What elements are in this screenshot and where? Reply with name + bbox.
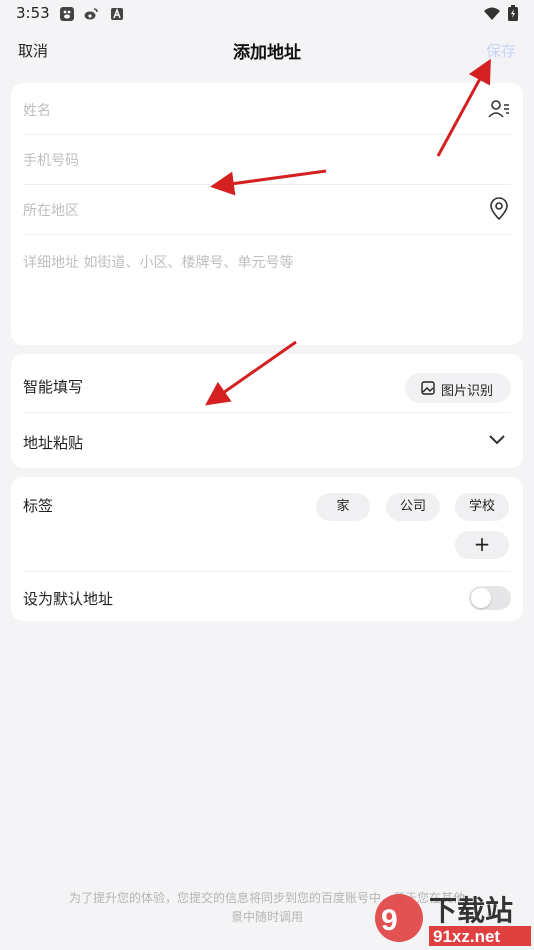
default-address-row: 设为默认地址: [23, 571, 511, 622]
smart-fill-row: 智能填写 图片识别: [23, 356, 511, 413]
name-field[interactable]: 姓名: [23, 84, 511, 135]
watermark-title: 下载站: [429, 894, 513, 927]
smart-fill-card: 智能填写 图片识别 地址粘贴: [11, 354, 523, 468]
address-form-card: 姓名 手机号码 所在地区 详细地址 如街道、小区、楼牌号、单元号等: [11, 83, 523, 345]
app-a-icon: [111, 8, 123, 20]
weibo-icon: [84, 8, 98, 20]
default-address-label: 设为默认地址: [23, 590, 114, 608]
contact-book-icon[interactable]: [487, 97, 511, 121]
detail-address-field[interactable]: 详细地址 如街道、小区、楼牌号、单元号等: [23, 233, 511, 333]
tag-chip-school[interactable]: 学校: [455, 493, 509, 521]
chevron-down-icon[interactable]: [489, 434, 505, 446]
region-field[interactable]: 所在地区: [23, 184, 511, 235]
region-input[interactable]: 所在地区: [23, 200, 79, 220]
baidu-paw-icon: [60, 7, 74, 21]
toggle-knob: [471, 588, 491, 608]
watermark-url: 91xz.net: [433, 927, 500, 946]
tags-card: 标签 家 公司 学校 + 设为默认地址: [11, 477, 523, 621]
save-button[interactable]: 保存: [486, 40, 516, 61]
smart-fill-label: 智能填写: [23, 378, 84, 396]
phone-input[interactable]: 手机号码: [23, 150, 79, 170]
nav-bar: 取消 添加地址 保存: [0, 30, 534, 72]
tag-chip-company[interactable]: 公司: [386, 493, 440, 521]
phone-field[interactable]: 手机号码: [23, 134, 511, 185]
battery-icon: [508, 5, 518, 21]
tags-label: 标签: [23, 497, 54, 515]
status-bar: 3:53: [0, 0, 534, 30]
add-tag-button[interactable]: +: [455, 531, 509, 559]
wifi-icon: [484, 7, 500, 20]
address-paste-label: 地址粘贴: [23, 434, 84, 452]
name-input[interactable]: 姓名: [23, 100, 51, 120]
image-icon: [421, 381, 435, 395]
site-watermark-logo: 9 下载站 91xz.net: [375, 894, 531, 946]
svg-text:9: 9: [381, 904, 398, 937]
image-recognize-label: 图片识别: [441, 384, 494, 399]
tag-chip-home[interactable]: 家: [316, 493, 370, 521]
page-title: 添加地址: [233, 43, 301, 63]
location-pin-icon[interactable]: [487, 197, 511, 221]
status-time: 3:53: [16, 4, 50, 22]
detail-address-input[interactable]: 详细地址 如街道、小区、楼牌号、单元号等: [23, 252, 293, 272]
address-paste-row[interactable]: 地址粘贴: [23, 412, 511, 468]
image-recognize-button[interactable]: 图片识别: [405, 373, 511, 403]
default-address-toggle[interactable]: [469, 586, 511, 610]
